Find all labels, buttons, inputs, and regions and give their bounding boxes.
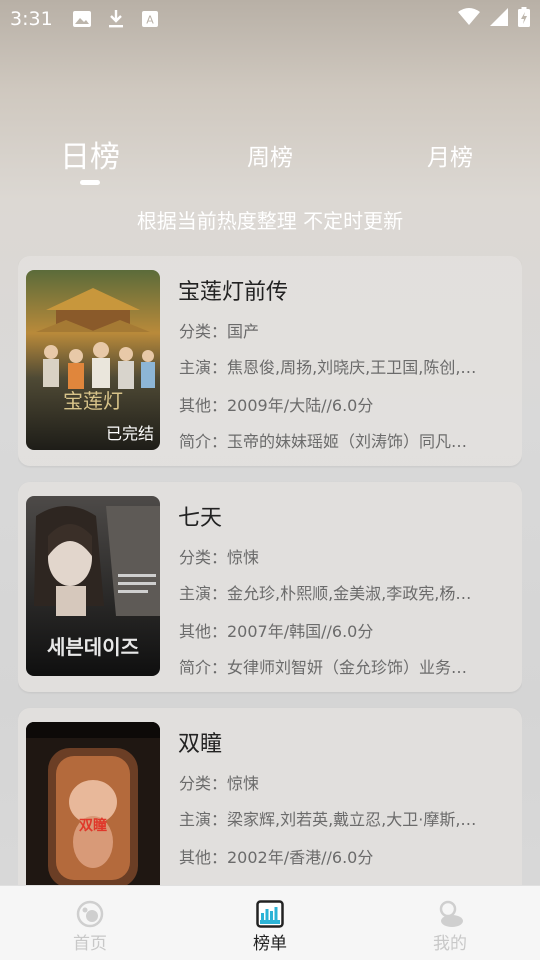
home-icon [76,900,104,928]
list-item[interactable]: 双瞳 双瞳 分类：惊悚 主演：梁家辉,刘若英,戴立忍,大卫·摩斯,… 其他：20… [18,708,522,885]
poster-image: 宝莲灯 已完结 [26,270,160,450]
status-right [458,6,530,32]
list-item[interactable]: 宝莲灯 已完结 宝莲灯前传 分类：国产 主演：焦恩俊,周扬,刘晓庆,王卫国,陈创… [18,256,522,466]
list-item[interactable]: 세븐데이즈 七天 分类：惊悚 主演：金允珍,朴熙顺,金美淑,李政宪,杨… 其他：… [18,482,522,692]
nav-item-rank[interactable]: 榜单 [210,886,330,960]
svg-text:A: A [146,14,154,27]
ranking-list[interactable]: 宝莲灯 已完结 宝莲灯前传 分类：国产 主演：焦恩俊,周扬,刘晓庆,王卫国,陈创… [18,256,522,885]
item-other: 其他：2002年/香港//6.0分 [179,848,374,867]
nav-item-mine[interactable]: 我的 [390,886,510,960]
nav-item-home[interactable]: 首页 [30,886,150,960]
battery-icon [518,6,530,32]
nav-label-home: 首页 [73,934,107,954]
status-time: 3:31 [10,8,53,30]
profile-icon [436,900,464,928]
nav-label-rank: 榜单 [253,934,287,954]
status-bar: 3:31 A [0,0,540,38]
wifi-icon [458,7,480,31]
nav-label-mine: 我的 [433,934,467,954]
ranking-tabs: 日榜 周榜 月榜 [0,130,540,190]
download-icon [105,8,127,30]
svg-text:双瞳: 双瞳 [79,817,107,834]
signal-icon [490,7,508,31]
item-title: 宝莲灯前传 [178,280,289,305]
item-cast: 主演：金允珍,朴熙顺,金美淑,李政宪,杨… [179,584,472,603]
item-intro: 简介：玉帝的妹妹瑶姬（刘涛饰）同凡… [179,432,468,451]
item-cast: 主演：梁家辉,刘若英,戴立忍,大卫·摩斯,… [179,810,477,829]
item-category: 分类：惊悚 [179,774,260,793]
tab-weekly[interactable]: 周榜 [210,138,330,172]
chart-icon [256,900,284,928]
status-badge: 已完结 [105,424,154,443]
bottom-nav: 首页 榜单 我的 [0,885,540,960]
item-title: 七天 [178,506,223,531]
poster-image: 双瞳 [26,722,160,885]
tab-daily[interactable]: 日榜 [30,132,150,176]
a-icon: A [139,8,161,30]
item-other: 其他：2009年/大陆//6.0分 [179,396,374,415]
svg-text:宝莲灯: 宝莲灯 [63,389,123,413]
item-intro: 简介：女律师刘智妍（金允珍饰）业务… [179,658,468,677]
poster-image: 세븐데이즈 [26,496,160,676]
tab-indicator [80,180,100,185]
item-title: 双瞳 [178,732,223,757]
svg-text:세븐데이즈: 세븐데이즈 [47,635,139,659]
page-subtitle: 根据当前热度整理 不定时更新 [136,209,404,233]
tab-monthly[interactable]: 月榜 [390,138,510,172]
item-other: 其他：2007年/韩国//6.0分 [179,622,374,641]
item-category: 分类：国产 [179,322,260,341]
item-cast: 主演：焦恩俊,周扬,刘晓庆,王卫国,陈创,… [179,358,477,377]
image-icon [71,8,93,30]
item-category: 分类：惊悚 [179,548,260,567]
